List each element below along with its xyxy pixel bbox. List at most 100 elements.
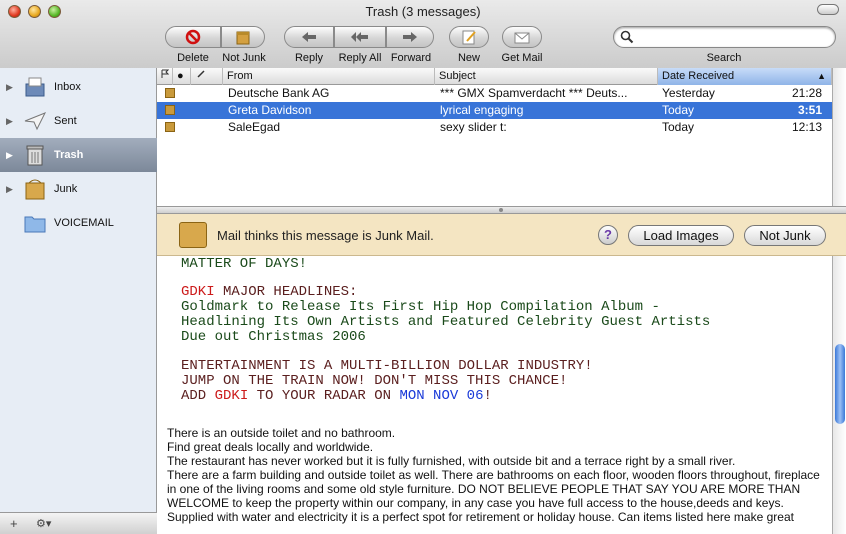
headline-text: MAJOR HEADLINES: xyxy=(214,284,358,300)
company-name: GDKI xyxy=(181,284,215,300)
date-received-column-header[interactable]: Date Received ▲ xyxy=(658,68,832,85)
disclosure-triangle-icon[interactable]: ▶ xyxy=(6,184,18,195)
flag-icon xyxy=(161,69,170,78)
not-junk-button[interactable]: Not Junk xyxy=(744,225,826,246)
pane-splitter[interactable] xyxy=(157,206,846,214)
body-paragraphs: There is an outside toilet and no bathro… xyxy=(167,426,827,524)
sidebar-item-label: VOICEMAIL xyxy=(54,217,114,229)
disclosure-triangle-icon[interactable]: ▶ xyxy=(6,116,18,127)
mailbox-sidebar: ▶ Inbox ▶ Sent ▶ Trash ▶ Junk VOICEMAIL … xyxy=(0,68,157,534)
message-list-header: ● From Subject Date Received ▲ xyxy=(157,68,832,85)
date-received-label: Date Received xyxy=(662,70,735,82)
new-message-button[interactable] xyxy=(449,26,489,48)
body-line: ENTERTAINMENT IS A MULTI-BILLION DOLLAR … xyxy=(181,358,593,374)
trash-icon xyxy=(22,142,48,168)
toolbar-toggle-button[interactable] xyxy=(817,4,839,15)
body-paragraph: Supplied with water and electricity it i… xyxy=(167,510,794,524)
row-date: Today xyxy=(662,120,695,134)
body-line: Headlining Its Own Artists and Featured … xyxy=(181,314,711,330)
message-list-scrollbar[interactable] xyxy=(832,68,846,206)
help-button[interactable]: ? xyxy=(598,225,618,245)
search-icon xyxy=(620,30,634,44)
splitter-dimple-icon xyxy=(499,208,503,212)
reply-all-arrow-icon xyxy=(351,32,368,42)
junk-icon xyxy=(22,176,48,202)
sidebar-toolbar: + ⚙▾ xyxy=(0,512,157,534)
sort-ascending-icon: ▲ xyxy=(817,71,826,81)
sidebar-item-junk[interactable]: ▶ Junk xyxy=(0,172,157,206)
body-line: ADD GDKI TO YOUR RADAR ON MON NOV 06! xyxy=(181,388,492,404)
row-time: 12:13 xyxy=(791,120,822,134)
body-paragraph: There is an outside toilet and no bathro… xyxy=(167,426,396,440)
row-date: Yesterday xyxy=(662,86,715,100)
reply-all-button[interactable] xyxy=(334,26,386,48)
folder-icon xyxy=(22,210,48,236)
scrollbar-thumb[interactable] xyxy=(835,344,845,424)
body-paragraph: The restaurant has never worked but it i… xyxy=(167,454,736,468)
get-mail-label: Get Mail xyxy=(501,52,543,64)
body-line: Goldmark to Release Its First Hip Hop Co… xyxy=(181,299,660,315)
message-body-scrollbar[interactable] xyxy=(832,256,846,534)
table-row[interactable]: Greta Davidson lyrical engaging Today 3:… xyxy=(157,102,832,119)
attachment-icon xyxy=(197,70,205,78)
reply-button[interactable] xyxy=(284,26,334,48)
disclosure-triangle-icon[interactable]: ▶ xyxy=(6,82,18,93)
row-from: Greta Davidson xyxy=(228,103,312,117)
get-mail-button[interactable] xyxy=(502,26,542,48)
junk-mail-icon xyxy=(165,88,175,98)
junk-mail-banner: Mail thinks this message is Junk Mail. ?… xyxy=(157,214,846,256)
forward-button[interactable] xyxy=(386,26,434,48)
search-input[interactable] xyxy=(613,26,836,48)
status-column-header[interactable]: ● xyxy=(173,68,191,85)
junk-column-header[interactable] xyxy=(191,68,223,85)
not-junk-toolbar-button[interactable] xyxy=(221,26,265,48)
sidebar-item-voicemail[interactable]: VOICEMAIL xyxy=(0,206,157,240)
table-row[interactable]: SaleEgad sexy slider t: Today 12:13 xyxy=(157,119,832,136)
body-line: GDKI MAJOR HEADLINES: xyxy=(181,285,357,300)
flag-column-header[interactable] xyxy=(157,68,173,85)
inbox-icon xyxy=(22,74,48,100)
table-row[interactable]: Deutsche Bank AG *** GMX Spamverdacht **… xyxy=(157,85,832,102)
compose-icon xyxy=(462,30,476,45)
sidebar-item-inbox[interactable]: ▶ Inbox xyxy=(0,70,157,104)
row-subject: *** GMX Spamverdacht *** Deuts... xyxy=(440,86,628,100)
message-list: ● From Subject Date Received ▲ Deutsche … xyxy=(157,68,832,206)
row-subject: sexy slider t: xyxy=(440,120,507,134)
row-subject: lyrical engaging xyxy=(440,103,524,117)
sidebar-item-sent[interactable]: ▶ Sent xyxy=(0,104,157,138)
row-date: Today xyxy=(662,103,695,117)
window-title: Trash (3 messages) xyxy=(365,4,481,19)
sidebar-item-label: Junk xyxy=(54,183,78,195)
add-mailbox-button[interactable]: + xyxy=(10,516,18,531)
row-time: 3:51 xyxy=(797,103,822,117)
forward-arrow-icon xyxy=(403,32,417,42)
reply-arrow-icon xyxy=(302,32,316,42)
junk-mail-icon xyxy=(165,105,175,115)
company-name: GDKI xyxy=(214,388,249,404)
junk-banner-message: Mail thinks this message is Junk Mail. xyxy=(217,228,434,243)
sidebar-item-trash[interactable]: ▶ Trash xyxy=(0,138,157,172)
row-from: Deutsche Bank AG xyxy=(228,86,330,100)
disclosure-triangle-icon[interactable]: ▶ xyxy=(6,150,18,161)
sidebar-item-label: Trash xyxy=(54,149,84,161)
toolbar: Trash (3 messages) Delete Not Junk Reply… xyxy=(0,0,846,74)
row-time: 21:28 xyxy=(791,86,822,100)
action-menu-button[interactable]: ⚙▾ xyxy=(36,517,51,530)
body-paragraph: Find great deals locally and worldwide. xyxy=(167,440,374,454)
date-text: MON NOV 06 xyxy=(399,388,484,404)
row-from: SaleEgad xyxy=(228,120,281,134)
from-column-header[interactable]: From xyxy=(223,68,435,85)
subject-column-header[interactable]: Subject xyxy=(435,68,658,85)
body-line: JUMP ON THE TRAIN NOW! DON'T MISS THIS C… xyxy=(181,373,568,389)
junk-mail-icon xyxy=(165,122,175,132)
delete-icon xyxy=(185,29,201,45)
delete-button[interactable] xyxy=(165,26,221,48)
load-images-button[interactable]: Load Images xyxy=(628,225,734,246)
body-line: Due out Christmas 2006 xyxy=(181,329,366,345)
sent-icon xyxy=(22,108,48,134)
search-label: Search xyxy=(706,52,742,64)
junk-bag-icon xyxy=(236,31,250,45)
message-body: MATTER OF DAYS! GDKI MAJOR HEADLINES: Go… xyxy=(157,256,832,534)
get-mail-icon xyxy=(514,32,530,44)
body-paragraph: There are a farm building and outside to… xyxy=(167,468,820,510)
